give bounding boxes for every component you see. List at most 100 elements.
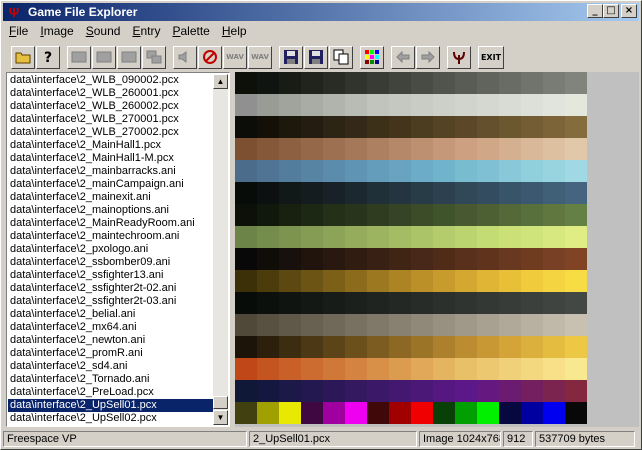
palette-swatch [565,248,587,270]
palette-swatch [455,138,477,160]
list-item[interactable]: data\interface\2_MainHall1-M.pcx [8,152,214,165]
list-item[interactable]: data\interface\2_PreLoad.pcx [8,386,214,399]
list-item[interactable]: data\interface\2_sd4.ani [8,360,214,373]
menu-help[interactable]: Help [216,22,253,41]
palette-swatch [543,138,565,160]
palette-swatch [543,94,565,116]
list-item[interactable]: data\interface\2_Tornado.ani [8,373,214,386]
palette-swatch [477,72,499,94]
status-file: 2_UpSell01.pcx [249,431,417,447]
list-item[interactable]: data\interface\2_newton.ani [8,334,214,347]
list-item[interactable]: data\interface\2_WLB_260002.pcx [8,100,214,113]
palette-swatch [367,380,389,402]
app-icon[interactable]: Ψ [6,4,22,20]
list-item[interactable]: data\interface\2_MainHall1.pcx [8,139,214,152]
menu-image[interactable]: Image [34,22,79,41]
title-bar[interactable]: Ψ Game File Explorer _ □ × [3,3,639,21]
list-item[interactable]: data\interface\2_MainReadyRoom.ani [8,217,214,230]
palette-swatch [235,94,257,116]
close-button[interactable]: × [621,4,637,18]
palette-swatch [345,314,367,336]
logo-button[interactable] [447,45,471,69]
copy-button[interactable] [329,45,353,69]
palette-swatch [455,358,477,380]
view-button-3[interactable] [117,45,141,69]
list-item[interactable]: data\interface\2_ssfighter13.ani [8,269,214,282]
file-list-scrollbar[interactable]: ▲ ▼ [213,74,228,425]
palette-swatch [257,292,279,314]
list-item[interactable]: data\interface\2_pxologo.ani [8,243,214,256]
list-item[interactable]: data\interface\2_mainbarracks.ani [8,165,214,178]
list-item[interactable]: data\interface\2_WLB_270001.pcx [8,113,214,126]
list-item[interactable]: data\interface\2_UpSell02.pcx [8,412,214,425]
list-item[interactable]: data\interface\2_ssfighter2t-03.ani [8,295,214,308]
list-item[interactable]: data\interface\2_belial.ani [8,308,214,321]
palette-swatch [499,94,521,116]
palette-swatch [565,270,587,292]
list-item[interactable]: data\interface\2_ssbomber09.ani [8,256,214,269]
list-item[interactable]: data\interface\2_UpSell01.pcx [8,399,214,412]
palette-swatch [411,314,433,336]
save-as-button[interactable] [304,45,328,69]
palette-preview [235,72,639,427]
list-item[interactable]: data\interface\2_mainoptions.ani [8,204,214,217]
scroll-thumb[interactable] [213,396,228,409]
palette-grid [235,72,587,424]
palette-swatch [367,138,389,160]
palette-swatch [499,72,521,94]
palette-swatch [279,336,301,358]
palette-swatch [257,270,279,292]
palette-swatch [433,116,455,138]
list-item[interactable]: data\interface\2_WLB_090002.pcx [8,74,214,87]
palette-swatch [257,160,279,182]
stack-button[interactable] [142,45,166,69]
list-item[interactable]: data\interface\2_mainCampaign.ani [8,178,214,191]
back-button[interactable] [391,45,415,69]
palette-swatch [499,226,521,248]
play-wav-button[interactable]: WAV [223,45,247,69]
list-item[interactable]: data\interface\2_promR.ani [8,347,214,360]
palette-swatch [543,292,565,314]
open-folder-button[interactable] [11,45,35,69]
forward-button[interactable] [416,45,440,69]
palette-swatch [367,94,389,116]
save-wav-button[interactable]: WAV [248,45,272,69]
scroll-down-button[interactable]: ▼ [213,410,228,425]
menu-sound[interactable]: Sound [80,22,127,41]
status-index: 912 [503,431,533,447]
speaker-button[interactable] [173,45,197,69]
palette-swatch [345,204,367,226]
minimize-button[interactable]: _ [587,4,603,18]
palette-swatch [455,226,477,248]
help-button[interactable]: ? [36,45,60,69]
menu-palette[interactable]: Palette [166,22,215,41]
palette-swatch [433,270,455,292]
list-item[interactable]: data\interface\2_ssfighter2t-02.ani [8,282,214,295]
stop-sound-button[interactable] [198,45,222,69]
menu-entry[interactable]: Entry [126,22,166,41]
palette-swatch [521,358,543,380]
palette-swatch [279,72,301,94]
palette-swatch [477,358,499,380]
file-list[interactable]: data\interface\2_WLB_090002.pcx data\inte… [6,72,230,427]
view-button-2[interactable] [92,45,116,69]
palette-button[interactable] [360,45,384,69]
menu-file[interactable]: File [3,22,34,41]
palette-swatch [565,94,587,116]
exit-button[interactable]: EXIT [478,45,504,69]
list-item[interactable]: data\interface\2_maintechroom.ani [8,230,214,243]
view-button-1[interactable] [67,45,91,69]
list-item[interactable]: data\interface\2_WLB_260001.pcx [8,87,214,100]
palette-swatch [543,72,565,94]
list-item[interactable]: data\interface\2_mx64.ani [8,321,214,334]
palette-grid-icon [365,50,379,64]
palette-swatch [279,182,301,204]
save-button[interactable] [279,45,303,69]
list-item[interactable]: data\interface\2_WLB_270002.pcx [8,126,214,139]
palette-swatch [257,138,279,160]
maximize-button[interactable]: □ [603,4,619,18]
palette-swatch [301,314,323,336]
list-item[interactable]: data\interface\2_mainexit.ani [8,191,214,204]
scroll-up-button[interactable]: ▲ [213,74,228,89]
palette-swatch [345,358,367,380]
